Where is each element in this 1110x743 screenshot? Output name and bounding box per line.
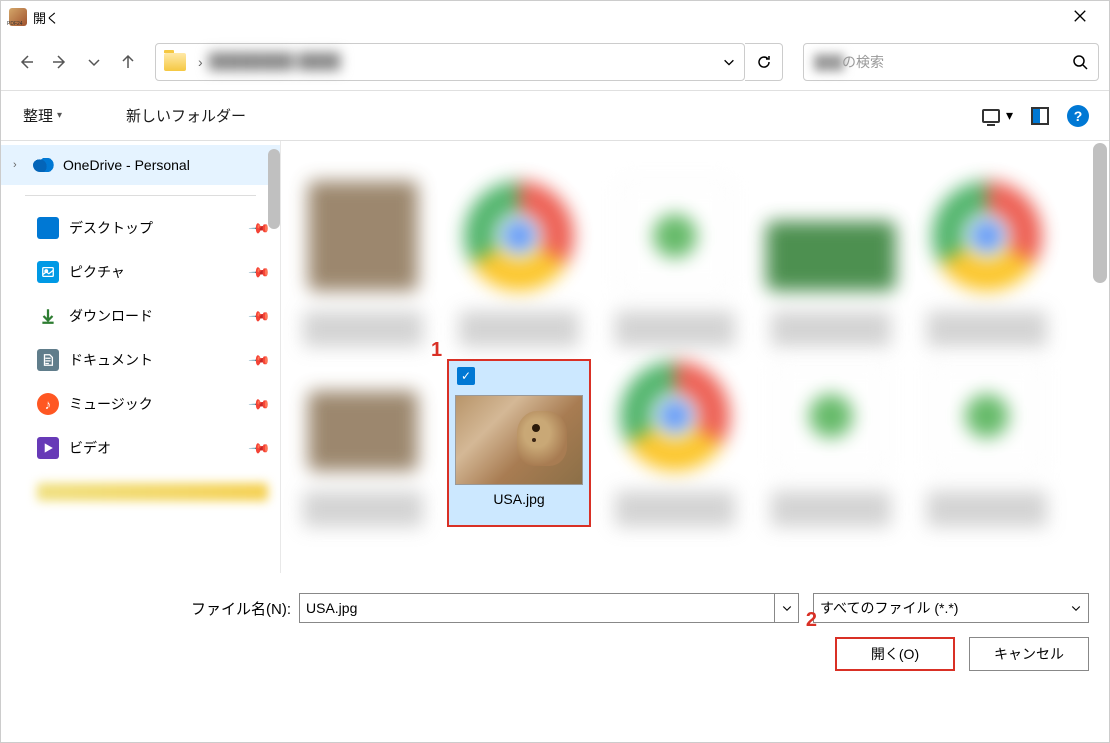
new-folder-label: 新しいフォルダー: [126, 105, 246, 126]
annotation-1: 1: [431, 339, 442, 362]
title-bar: 開く: [1, 1, 1109, 33]
recent-dropdown[interactable]: [79, 47, 109, 77]
search-icon: [1072, 54, 1088, 70]
pin-icon: 📌: [247, 392, 271, 416]
file-item-blurred[interactable]: [291, 359, 435, 527]
close-button[interactable]: [1059, 3, 1101, 32]
desktop-icon: [37, 217, 59, 239]
help-button[interactable]: ?: [1067, 105, 1089, 127]
file-item-selected[interactable]: 1 ✓ USA.jpg: [447, 359, 591, 527]
sidebar-item-label: ドキュメント: [69, 350, 153, 370]
window-title: 開く: [33, 8, 59, 27]
thumbnail: [455, 395, 583, 485]
music-icon: [37, 393, 59, 415]
chevron-down-icon: ▾: [1006, 107, 1013, 124]
breadcrumb-path: ████████ ████: [209, 53, 722, 70]
sidebar-item-label: デスクトップ: [69, 218, 153, 238]
sidebar-item-label: ピクチャ: [69, 262, 125, 282]
filename-label: ファイル名(N):: [21, 598, 291, 619]
sidebar: › OneDrive - Personal デスクトップ 📌 ピクチャ 📌 ダウ…: [1, 141, 281, 573]
up-button[interactable]: [113, 47, 143, 77]
sidebar-item-music[interactable]: ミュージック 📌: [1, 382, 280, 426]
file-item-blurred[interactable]: [291, 147, 435, 347]
organize-menu[interactable]: 整理 ▾: [21, 101, 64, 130]
toolbar: 整理 ▾ 新しいフォルダー ▾ ?: [1, 91, 1109, 141]
search-placeholder: の検索: [842, 52, 1072, 72]
sidebar-item-documents[interactable]: ドキュメント 📌: [1, 338, 280, 382]
forward-button[interactable]: [45, 47, 75, 77]
new-folder-button[interactable]: 新しいフォルダー: [124, 101, 248, 130]
file-item-blurred[interactable]: [915, 147, 1059, 347]
sidebar-item-onedrive[interactable]: › OneDrive - Personal: [1, 145, 280, 185]
app-icon: [9, 8, 27, 26]
open-button[interactable]: 開く(O): [835, 637, 955, 671]
pin-icon: 📌: [247, 260, 271, 284]
documents-icon: [37, 349, 59, 371]
sidebar-item-downloads[interactable]: ダウンロード 📌: [1, 294, 280, 338]
file-item-blurred[interactable]: [603, 359, 747, 527]
sidebar-item-label: OneDrive - Personal: [63, 157, 190, 173]
navigation-bar: › ████████ ████ ███ の検索: [1, 33, 1109, 91]
file-list[interactable]: 1 ✓ USA.jpg: [281, 141, 1109, 573]
sidebar-item-desktop[interactable]: デスクトップ 📌: [1, 206, 280, 250]
button-row: 2 開く(O) キャンセル: [21, 637, 1089, 671]
chevron-down-icon[interactable]: [722, 55, 736, 69]
bottom-panel: ファイル名(N): すべてのファイル (*.*) 2 開く(O) キャンセル: [1, 573, 1109, 687]
search-prefix: ███: [814, 54, 842, 70]
pin-icon: 📌: [247, 436, 271, 460]
cancel-button[interactable]: キャンセル: [969, 637, 1089, 671]
refresh-button[interactable]: [745, 43, 783, 81]
downloads-icon: [37, 305, 59, 327]
filetype-select[interactable]: すべてのファイル (*.*): [813, 593, 1089, 623]
view-icon: [982, 109, 1000, 123]
sidebar-item-label: ビデオ: [69, 438, 111, 458]
sidebar-item-blurred[interactable]: [1, 470, 280, 514]
sidebar-scrollbar[interactable]: [268, 149, 280, 229]
blurred-item: [37, 483, 268, 501]
filename-row: ファイル名(N): すべてのファイル (*.*): [21, 593, 1089, 623]
onedrive-icon: [33, 158, 55, 172]
pictures-icon: [37, 261, 59, 283]
chevron-down-icon: [1070, 602, 1082, 614]
sidebar-item-label: ダウンロード: [69, 306, 153, 326]
filepane-scrollbar[interactable]: [1093, 143, 1107, 283]
check-icon: ✓: [457, 367, 475, 385]
sidebar-item-label: ミュージック: [69, 394, 153, 414]
filetype-label: すべてのファイル (*.*): [820, 598, 958, 618]
videos-icon: [37, 437, 59, 459]
organize-label: 整理: [23, 105, 53, 126]
view-menu[interactable]: ▾: [982, 107, 1013, 124]
main-area: › OneDrive - Personal デスクトップ 📌 ピクチャ 📌 ダウ…: [1, 141, 1109, 573]
annotation-2: 2: [806, 609, 817, 632]
address-bar[interactable]: › ████████ ████: [155, 43, 745, 81]
file-name-label: USA.jpg: [493, 491, 544, 507]
back-button[interactable]: [11, 47, 41, 77]
divider: [25, 195, 256, 196]
file-item-blurred[interactable]: [759, 359, 903, 527]
chevron-right-icon: ›: [13, 159, 25, 171]
file-item-blurred[interactable]: [447, 147, 591, 347]
pin-icon: 📌: [247, 348, 271, 372]
pin-icon: 📌: [247, 304, 271, 328]
filename-dropdown[interactable]: [775, 593, 799, 623]
sidebar-item-pictures[interactable]: ピクチャ 📌: [1, 250, 280, 294]
sidebar-item-videos[interactable]: ビデオ 📌: [1, 426, 280, 470]
file-item-blurred[interactable]: [759, 147, 903, 347]
chevron-down-icon: ▾: [57, 110, 62, 121]
folder-icon: [164, 53, 186, 71]
preview-pane-button[interactable]: [1031, 107, 1049, 125]
file-item-blurred[interactable]: [603, 147, 747, 347]
file-item-blurred[interactable]: [915, 359, 1059, 527]
chevron-right-icon: ›: [198, 54, 203, 70]
filename-input[interactable]: [299, 593, 775, 623]
search-input[interactable]: ███ の検索: [803, 43, 1099, 81]
